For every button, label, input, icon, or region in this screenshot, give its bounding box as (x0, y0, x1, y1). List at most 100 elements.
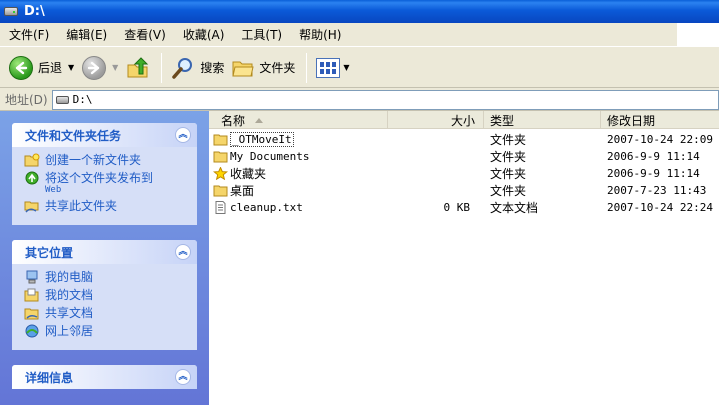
file-tasks-header[interactable]: 文件和文件夹任务 ︽ (12, 123, 197, 147)
address-value: D:\ (72, 93, 93, 106)
back-arrow-icon (9, 55, 33, 80)
share-folder-icon (24, 199, 40, 213)
address-input[interactable]: D:\ (51, 89, 719, 110)
toolbar-separator (161, 52, 163, 83)
place-label: 网上邻居 (45, 324, 94, 338)
file-name: 收藏夹 (230, 167, 267, 181)
shared-documents-icon (24, 306, 40, 320)
column-header-size[interactable]: 大小 (388, 111, 484, 129)
task-label-suffix: Web (45, 185, 62, 195)
views-icon (316, 57, 341, 78)
menu-view[interactable]: 查看(V) (119, 26, 171, 43)
network-places-icon (24, 324, 40, 338)
task-share-folder[interactable]: 共享此文件夹 (24, 199, 189, 213)
collapse-chevron-icon[interactable]: ︽ (175, 369, 191, 385)
column-header-row: 名称 大小 类型 修改日期 (209, 111, 719, 129)
file-name: My Documents (230, 150, 310, 163)
search-icon (171, 56, 195, 80)
details-panel: 详细信息 ︽ (12, 365, 197, 389)
place-my-documents[interactable]: 我的文档 (24, 288, 189, 302)
menu-file[interactable]: 文件(F) (4, 26, 54, 43)
details-header[interactable]: 详细信息 ︽ (12, 365, 197, 389)
search-label: 搜索 (200, 61, 225, 75)
file-tasks-title: 文件和文件夹任务 (25, 128, 122, 143)
file-type: 文本文档 (490, 201, 539, 215)
search-button[interactable]: 搜索 (168, 51, 227, 85)
folders-icon (232, 59, 254, 77)
details-title: 详细信息 (25, 370, 74, 385)
task-label: 共享此文件夹 (45, 199, 118, 213)
folder-icon (213, 184, 228, 197)
address-label: 地址(D) (5, 93, 48, 107)
task-new-folder[interactable]: 创建一个新文件夹 (24, 153, 189, 167)
menu-favorites[interactable]: 收藏(A) (178, 26, 230, 43)
menu-tools[interactable]: 工具(T) (236, 26, 287, 43)
menu-edit[interactable]: 编辑(E) (61, 26, 112, 43)
drive-icon (55, 95, 69, 104)
my-computer-icon (24, 270, 40, 284)
my-documents-icon (24, 288, 40, 302)
windows-logo-area (677, 22, 719, 47)
title-bar[interactable]: D:\ (0, 0, 719, 23)
column-header-name[interactable]: 名称 (209, 111, 388, 129)
column-header-type[interactable]: 类型 (484, 111, 601, 129)
place-network[interactable]: 网上邻居 (24, 324, 189, 338)
collapse-chevron-icon[interactable]: ︽ (175, 127, 191, 143)
up-folder-icon (126, 56, 150, 80)
collapse-chevron-icon[interactable]: ︽ (175, 244, 191, 260)
place-label: 我的电脑 (45, 270, 94, 284)
back-dropdown-icon[interactable]: ▼ (68, 63, 74, 72)
new-folder-icon (24, 153, 40, 167)
menu-bar: 文件(F) 编辑(E) 查看(V) 收藏(A) 工具(T) 帮助(H) (0, 22, 719, 47)
views-button[interactable]: ▼ (313, 51, 352, 85)
back-label: 后退 (38, 61, 63, 75)
file-row[interactable]: 桌面 文件夹 2007-7-23 11:43 (209, 182, 719, 199)
place-shared-documents[interactable]: 共享文档 (24, 306, 189, 320)
file-type: 文件夹 (490, 150, 527, 164)
file-size: 0 KB (443, 201, 471, 214)
menu-help[interactable]: 帮助(H) (294, 26, 346, 43)
file-modified: 2006-9-9 11:14 (607, 150, 700, 163)
address-bar: 地址(D) D:\ (0, 89, 719, 111)
file-name: _OTMoveIt (230, 132, 294, 147)
task-label: 将这个文件夹发布到 (45, 171, 154, 185)
views-dropdown-icon[interactable]: ▼ (343, 63, 349, 72)
other-places-title: 其它位置 (25, 245, 74, 260)
window-title: D:\ (24, 4, 45, 19)
file-name: 桌面 (230, 184, 255, 198)
sort-ascending-icon (255, 117, 264, 123)
other-places-header[interactable]: 其它位置 ︽ (12, 240, 197, 264)
folder-icon (213, 150, 228, 163)
file-row[interactable]: _OTMoveIt 文件夹 2007-10-24 22:09 (209, 131, 719, 148)
file-type: 文件夹 (490, 184, 527, 198)
file-row[interactable]: My Documents 文件夹 2006-9-9 11:14 (209, 148, 719, 165)
file-modified: 2007-7-23 11:43 (607, 184, 707, 197)
place-label: 共享文档 (45, 306, 94, 320)
text-file-icon (213, 201, 228, 214)
back-button[interactable]: 后退 ▼ (6, 51, 77, 85)
file-type: 文件夹 (490, 133, 527, 147)
column-header-modified[interactable]: 修改日期 (601, 111, 719, 129)
file-tasks-panel: 文件和文件夹任务 ︽ 创建一个新文件夹 将这个文件夹发布到 Web 共享此文件夹 (12, 123, 197, 225)
place-label: 我的文档 (45, 288, 94, 302)
forward-arrow-icon (82, 55, 107, 80)
task-pane: 文件和文件夹任务 ︽ 创建一个新文件夹 将这个文件夹发布到 Web 共享此文件夹… (0, 111, 209, 405)
file-type: 文件夹 (490, 167, 527, 181)
publish-web-icon (24, 171, 40, 185)
folders-label: 文件夹 (259, 61, 296, 75)
file-name: cleanup.txt (230, 201, 303, 214)
task-publish-web[interactable]: 将这个文件夹发布到 Web (24, 171, 189, 195)
drive-icon (4, 7, 18, 16)
toolbar: 后退 ▼ ▼ 搜索 文件夹 ▼ (0, 48, 719, 88)
file-row[interactable]: cleanup.txt 0 KB 文本文档 2007-10-24 22:24 (209, 199, 719, 216)
forward-dropdown-icon[interactable]: ▼ (112, 63, 118, 72)
place-my-computer[interactable]: 我的电脑 (24, 270, 189, 284)
file-modified: 2007-10-24 22:09 (607, 133, 713, 146)
file-row[interactable]: 收藏夹 文件夹 2006-9-9 11:14 (209, 165, 719, 182)
folders-button[interactable]: 文件夹 (229, 51, 298, 85)
toolbar-separator (306, 52, 308, 83)
forward-button[interactable]: ▼ (79, 51, 121, 85)
folder-icon (213, 133, 228, 146)
task-label: 创建一个新文件夹 (45, 153, 142, 167)
up-button[interactable] (123, 51, 153, 85)
